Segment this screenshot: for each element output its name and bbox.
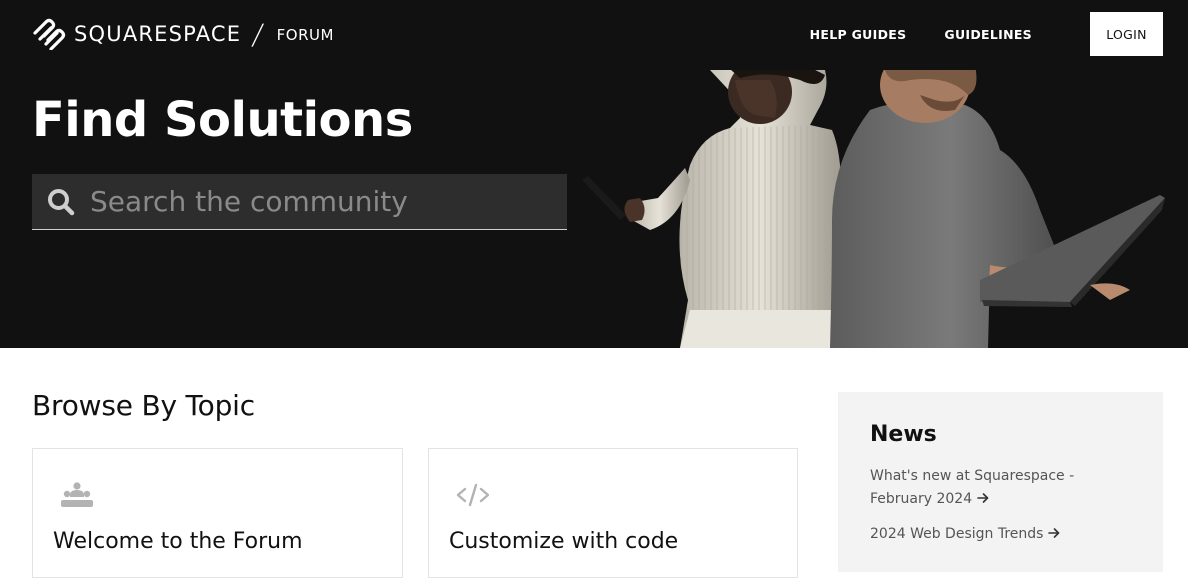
main-content: Browse By Topic Welcome to the Forum Cus… [0,348,1188,578]
section-name: FORUM [276,26,334,44]
topic-card-code[interactable]: Customize with code [428,448,798,578]
news-panel: News What's new at Squarespace - Februar… [838,392,1163,572]
news-item-label: What's new at Squarespace - February 202… [870,468,1075,507]
topic-title: Welcome to the Forum [53,529,303,554]
login-button[interactable]: LOGIN [1090,12,1163,56]
topic-card-welcome[interactable]: Welcome to the Forum [32,448,403,578]
community-icon [61,482,93,507]
hero-photo [582,70,1165,348]
browse-title: Browse By Topic [32,389,255,422]
arrow-right-icon [977,493,989,503]
search-input[interactable] [90,185,530,218]
code-icon [456,483,490,507]
top-nav: HELP GUIDES GUIDELINES LOGIN [810,12,1163,56]
brand-divider: / [250,17,266,51]
brand-logo[interactable]: SQUARESPACE / FORUM [32,17,334,51]
news-item-link[interactable]: 2024 Web Design Trends [870,523,1140,546]
news-item-label: 2024 Web Design Trends [870,526,1044,542]
news-title: News [870,422,937,447]
search-icon [48,188,75,215]
search-bar[interactable] [32,174,567,230]
news-item-link[interactable]: What's new at Squarespace - February 202… [870,465,1140,511]
brand-name: SQUARESPACE [74,22,242,46]
topic-title: Customize with code [449,529,679,554]
hero-banner: SQUARESPACE / FORUM HELP GUIDES GUIDELIN… [0,0,1188,348]
page-title: Find Solutions [32,92,413,148]
arrow-right-icon [1048,528,1060,538]
squarespace-logo-icon [33,18,66,50]
nav-help-guides[interactable]: HELP GUIDES [810,27,907,42]
nav-guidelines[interactable]: GUIDELINES [944,27,1032,42]
